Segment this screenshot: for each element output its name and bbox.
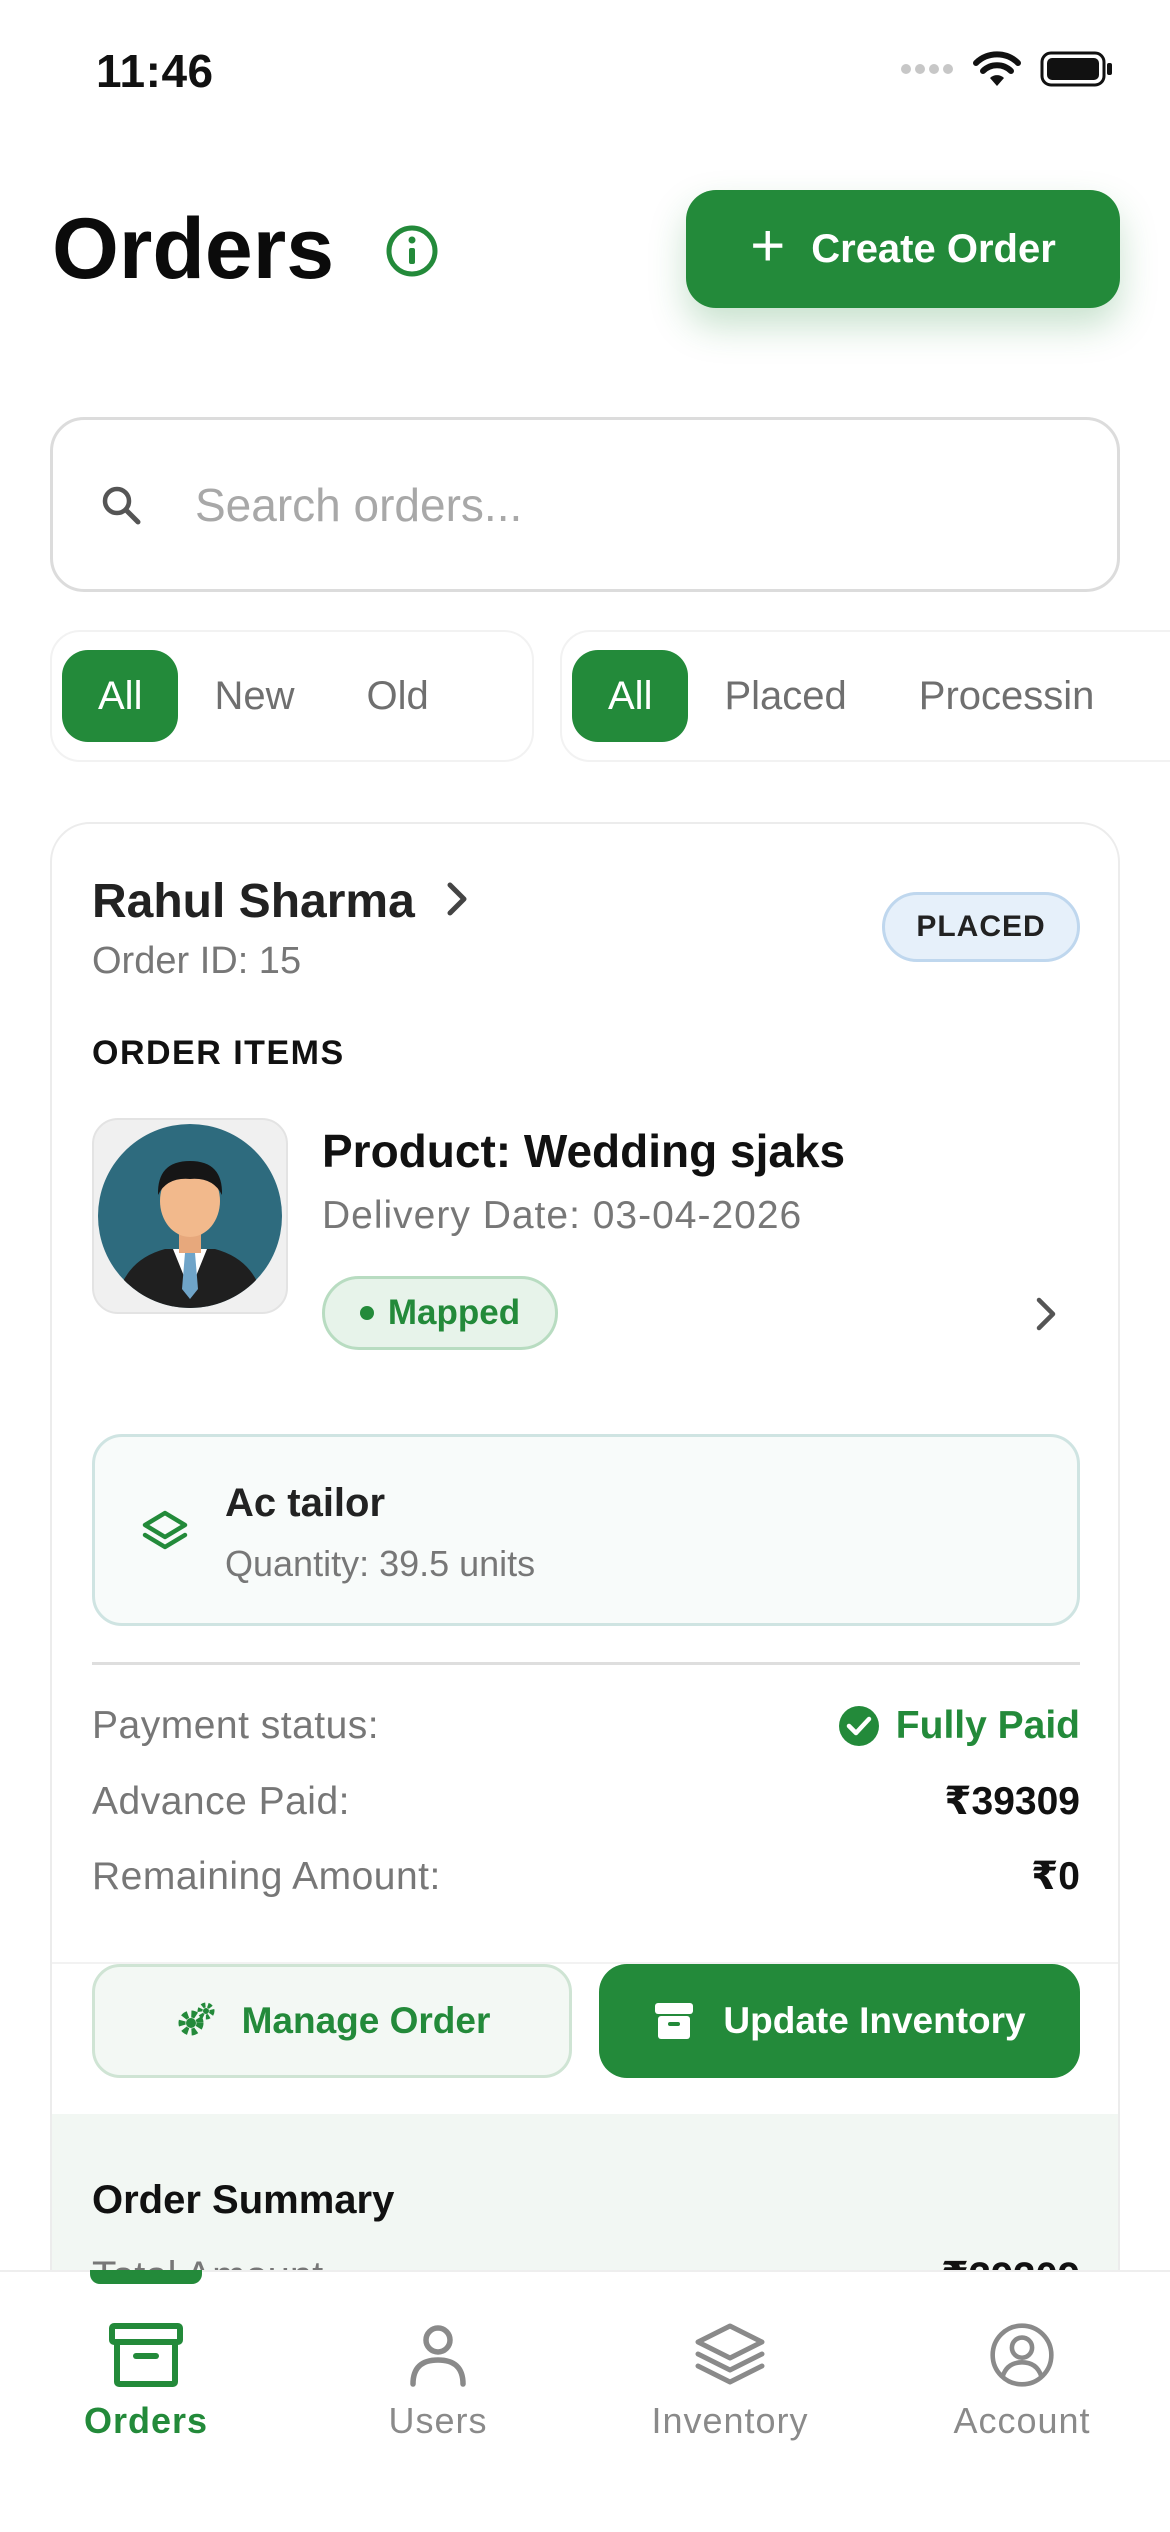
create-order-label: Create Order bbox=[811, 226, 1056, 271]
filter-age-all[interactable]: All bbox=[62, 650, 179, 742]
remaining-amount-label: Remaining Amount: bbox=[92, 1854, 441, 1898]
delivery-date: Delivery Date: 03-04-2026 bbox=[322, 1194, 803, 1237]
gears-icon bbox=[178, 2002, 215, 2036]
tailor-quantity: Quantity: 39.5 units bbox=[225, 1543, 536, 1584]
advance-paid-value: ₹39309 bbox=[944, 1780, 1080, 1823]
order-items-heading: ORDER ITEMS bbox=[92, 1034, 345, 1072]
page-title: Orders bbox=[52, 201, 335, 297]
tab-users-label: Users bbox=[388, 2400, 488, 2441]
signal-icon bbox=[901, 64, 953, 74]
advance-paid-row: Advance Paid: ₹39309 bbox=[92, 1779, 1080, 1824]
mapped-label: Mapped bbox=[387, 1293, 521, 1332]
person-avatar-icon bbox=[98, 1124, 282, 1308]
tailor-name: Ac tailor bbox=[225, 1481, 386, 1525]
search-bar[interactable] bbox=[50, 417, 1120, 592]
remaining-amount-value: ₹0 bbox=[1031, 1855, 1080, 1898]
order-summary-title: Order Summary bbox=[92, 2178, 395, 2222]
product-name: Product: Wedding sjaks bbox=[322, 1125, 846, 1177]
plus-icon: + bbox=[750, 212, 786, 279]
filter-age-old[interactable]: Old bbox=[330, 650, 464, 742]
payment-status-text: Fully Paid bbox=[895, 1704, 1080, 1747]
tab-orders-label: Orders bbox=[83, 2400, 209, 2441]
status-filter-group: All Placed Processin bbox=[560, 630, 1170, 762]
tab-account[interactable]: Account bbox=[902, 2322, 1142, 2442]
filter-status-processing[interactable]: Processin bbox=[883, 650, 1131, 742]
item-chevron-right-icon[interactable] bbox=[1032, 1294, 1060, 1334]
chevron-right-icon[interactable] bbox=[442, 879, 472, 919]
status-dot-icon bbox=[359, 1306, 374, 1320]
filter-status-placed[interactable]: Placed bbox=[688, 650, 882, 742]
order-id: Order ID: 15 bbox=[92, 940, 302, 982]
tailor-info-box: Ac tailor Quantity: 39.5 units bbox=[92, 1434, 1080, 1626]
check-circle-icon bbox=[838, 1706, 879, 1746]
age-filter-group: All New Old bbox=[50, 630, 534, 762]
tab-inventory[interactable]: Inventory bbox=[610, 2322, 850, 2442]
update-inventory-label: Update Inventory bbox=[723, 2000, 1026, 2041]
bottom-tab-bar: Orders Users Inventory Account bbox=[0, 2270, 1170, 2532]
mapped-badge: Mapped bbox=[322, 1276, 558, 1350]
status-bar: 11:46 bbox=[0, 0, 1170, 150]
filter-status-all[interactable]: All bbox=[572, 650, 689, 742]
divider bbox=[92, 1662, 1080, 1665]
battery-icon bbox=[1040, 51, 1112, 87]
status-time: 11:46 bbox=[96, 45, 214, 97]
layers-icon bbox=[142, 1510, 188, 1550]
tab-orders[interactable]: Orders bbox=[26, 2322, 266, 2442]
payment-status-value: Fully Paid bbox=[838, 1704, 1080, 1748]
info-icon[interactable] bbox=[385, 224, 439, 278]
user-icon bbox=[410, 2325, 466, 2387]
payment-status-row: Payment status: Fully Paid bbox=[92, 1704, 1080, 1748]
advance-paid-label: Advance Paid: bbox=[92, 1779, 351, 1823]
search-icon bbox=[102, 486, 141, 524]
update-inventory-button[interactable]: Update Inventory bbox=[599, 1964, 1080, 2078]
account-circle-icon bbox=[990, 2323, 1054, 2387]
customer-name[interactable]: Rahul Sharma bbox=[92, 874, 415, 929]
product-thumbnail bbox=[92, 1118, 288, 1314]
archive-box-icon bbox=[109, 2323, 183, 2387]
archive-box-icon bbox=[655, 2003, 694, 2039]
tab-users[interactable]: Users bbox=[318, 2322, 558, 2442]
tab-account-label: Account bbox=[953, 2400, 1091, 2441]
remaining-amount-row: Remaining Amount: ₹0 bbox=[92, 1854, 1080, 1899]
create-order-button[interactable]: + Create Order bbox=[686, 190, 1120, 308]
status-badge: PLACED bbox=[882, 892, 1080, 962]
wifi-icon bbox=[973, 51, 1021, 86]
manage-order-button[interactable]: Manage Order bbox=[92, 1964, 572, 2078]
manage-order-label: Manage Order bbox=[241, 2000, 491, 2041]
filter-age-new[interactable]: New bbox=[178, 650, 330, 742]
status-icons bbox=[900, 50, 1114, 88]
active-tab-indicator bbox=[90, 2270, 202, 2284]
payment-status-label: Payment status: bbox=[92, 1704, 380, 1747]
tab-inventory-label: Inventory bbox=[651, 2400, 809, 2441]
layers-icon bbox=[695, 2323, 765, 2385]
search-input[interactable] bbox=[195, 477, 995, 532]
